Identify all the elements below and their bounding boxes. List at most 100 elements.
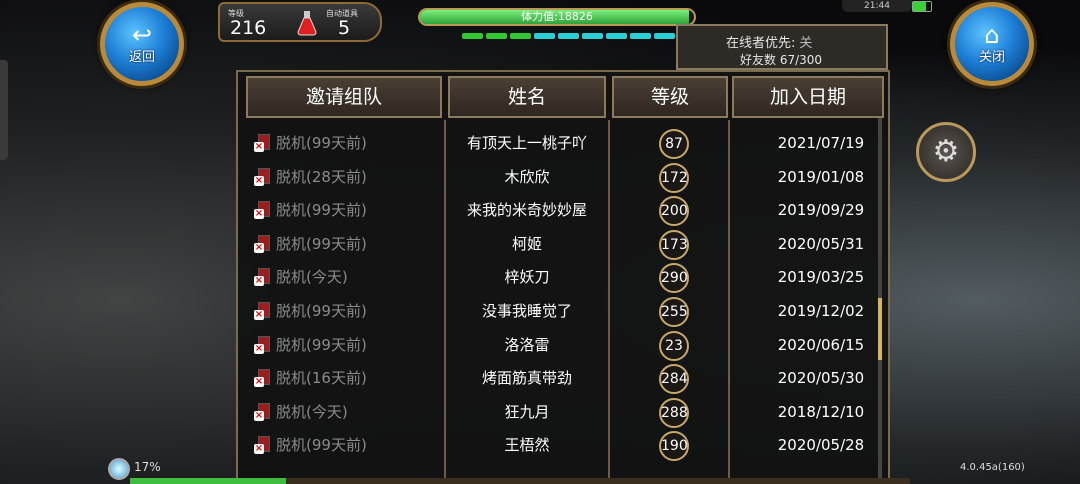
player-name: 烤面筋真带劲 xyxy=(481,369,572,388)
invite-status[interactable]: × 脱机(今天) xyxy=(254,260,348,294)
battery-icon xyxy=(912,1,932,12)
join-date: 2019/12/02 xyxy=(777,302,865,320)
join-date: 2020/05/31 xyxy=(777,234,865,253)
header-join-date[interactable]: 加入日期 xyxy=(732,76,884,118)
status-text: 脱机(今天) xyxy=(276,268,348,287)
table-row[interactable]: × 脱机(99天前) 没事我睡觉了 255 2019/12/02 xyxy=(246,294,866,328)
offline-device-icon: × xyxy=(254,199,274,221)
table-row[interactable]: × 脱机(28天前) 木欣欣 172 2019/01/08 xyxy=(246,160,866,194)
status-text: 脱机(99天前) xyxy=(276,134,367,152)
clock: 21:44 xyxy=(842,0,912,12)
level-cell: 23 xyxy=(646,328,702,362)
side-tab[interactable] xyxy=(0,60,8,160)
join-date: 2019/09/29 xyxy=(777,201,865,220)
invite-status[interactable]: × 脱机(28天前) xyxy=(254,160,367,194)
table-row[interactable]: × 脱机(今天) 梓妖刀 290 2019/03/25 xyxy=(246,260,866,294)
invite-status[interactable]: × 脱机(99天前) xyxy=(254,428,367,462)
join-date: 2021/07/19 xyxy=(777,134,865,152)
level-cell: 288 xyxy=(646,395,702,429)
zoom-icon[interactable] xyxy=(108,458,130,480)
friends-value: 67/300 xyxy=(779,53,823,67)
player-name: 木欣欣 xyxy=(504,167,550,186)
auto-item-value: 5 xyxy=(338,17,351,39)
scrollbar-thumb[interactable] xyxy=(878,298,882,360)
energy-segment xyxy=(606,33,627,39)
table-row[interactable]: × 脱机(16天前) 烤面筋真带劲 284 2020/05/30 xyxy=(246,361,866,395)
offline-device-icon: × xyxy=(254,401,274,423)
status-text: 脱机(99天前) xyxy=(276,335,367,354)
back-button[interactable]: ↩ 返回 xyxy=(100,2,184,86)
level-badge: 200 xyxy=(659,196,689,227)
level-cell: 172 xyxy=(646,160,702,194)
close-button[interactable]: ⌂ 关闭 xyxy=(950,2,1034,86)
join-date: 2020/05/28 xyxy=(777,436,865,455)
energy-segment xyxy=(486,33,507,39)
player-name: 梓妖刀 xyxy=(504,268,550,287)
status-text: 脱机(16天前) xyxy=(276,369,367,388)
join-date: 2019/01/08 xyxy=(777,167,865,186)
energy-segment xyxy=(630,33,651,39)
level-badge: 190 xyxy=(659,431,689,462)
invite-status[interactable]: × 脱机(16天前) xyxy=(254,361,367,395)
level-value: 216 xyxy=(230,17,267,39)
level-cell: 290 xyxy=(646,260,702,294)
player-name: 有顶天上一桃子吖 xyxy=(466,134,587,152)
level-cell: 284 xyxy=(646,361,702,395)
invite-status[interactable]: × 脱机(99天前) xyxy=(254,227,367,261)
invite-status[interactable]: × 脱机(99天前) xyxy=(254,193,367,227)
offline-device-icon: × xyxy=(254,334,274,356)
invite-status[interactable]: × 脱机(99天前) xyxy=(254,126,367,160)
version-text: 4.0.45a(160) xyxy=(960,462,1025,473)
status-text: 脱机(99天前) xyxy=(276,234,367,253)
join-date: 2020/05/30 xyxy=(777,369,865,388)
status-text: 脱机(99天前) xyxy=(276,201,367,220)
scrollbar[interactable] xyxy=(878,118,882,478)
table-row[interactable]: × 脱机(99天前) 柯姬 173 2020/05/31 xyxy=(246,227,866,261)
header-level[interactable]: 等级 xyxy=(612,76,728,118)
level-cell: 87 xyxy=(646,126,702,160)
stamina-text: 体力值:18826 xyxy=(521,10,593,23)
offline-device-icon: × xyxy=(254,367,274,389)
player-name: 没事我睡觉了 xyxy=(481,302,572,320)
level-cell: 255 xyxy=(646,294,702,328)
level-badge: 255 xyxy=(659,297,689,327)
level-badge: 87 xyxy=(659,129,689,159)
energy-segment xyxy=(462,33,483,39)
energy-segment xyxy=(534,33,555,39)
table-row[interactable]: × 脱机(99天前) 来我的米奇妙妙屋 200 2019/09/29 xyxy=(246,193,866,227)
offline-device-icon: × xyxy=(254,166,274,188)
table-row[interactable]: × 脱机(99天前) 洛洛雷 23 2020/06/15 xyxy=(246,328,866,362)
offline-device-icon: × xyxy=(254,434,274,456)
offline-device-icon: × xyxy=(254,233,274,255)
header-invite[interactable]: 邀请组队 xyxy=(246,76,442,118)
table-row[interactable]: × 脱机(99天前) 王梧然 190 2020/05/28 xyxy=(246,428,866,462)
stamina-bar: 体力值:18826 xyxy=(418,8,696,26)
level-badge: 23 xyxy=(659,330,689,361)
energy-segment xyxy=(582,33,603,39)
join-date: 2018/12/10 xyxy=(777,402,865,421)
friends-count: 好友数 67/300 xyxy=(740,51,822,68)
join-date: 2020/06/15 xyxy=(777,335,865,354)
home-icon: ⌂ xyxy=(984,21,1000,49)
zoom-level: 17% xyxy=(134,460,161,474)
online-priority[interactable]: 在线者优先: 关 xyxy=(726,32,812,51)
gear-icon: ⚙ xyxy=(932,134,960,169)
settings-button[interactable]: ⚙ xyxy=(916,122,976,182)
invite-status[interactable]: × 脱机(99天前) xyxy=(254,328,367,362)
invite-status[interactable]: × 脱机(今天) xyxy=(254,395,348,429)
online-panel[interactable]: 在线者优先: 关 好友数 67/300 xyxy=(676,24,888,70)
player-name: 狂九月 xyxy=(504,402,550,421)
table-row[interactable]: × 脱机(99天前) 有顶天上一桃子吖 87 2021/07/19 xyxy=(246,126,866,160)
energy-segment xyxy=(510,33,531,39)
friends-table: 邀请组队 姓名 等级 加入日期 × 脱机(99天前) 有顶天上一桃子吖 87 2021/… xyxy=(236,70,890,484)
level-badge: 172 xyxy=(659,162,689,193)
table-row[interactable]: × 脱机(今天) 狂九月 288 2018/12/10 xyxy=(246,395,866,429)
status-text: 脱机(28天前) xyxy=(276,167,367,186)
potion-icon[interactable] xyxy=(296,10,318,36)
level-badge: 288 xyxy=(659,397,689,428)
invite-status[interactable]: × 脱机(99天前) xyxy=(254,294,367,328)
offline-device-icon: × xyxy=(254,300,274,322)
player-stats: 等级 216 自动道具 5 xyxy=(218,2,382,42)
header-name[interactable]: 姓名 xyxy=(448,76,606,118)
level-badge: 290 xyxy=(659,263,689,294)
